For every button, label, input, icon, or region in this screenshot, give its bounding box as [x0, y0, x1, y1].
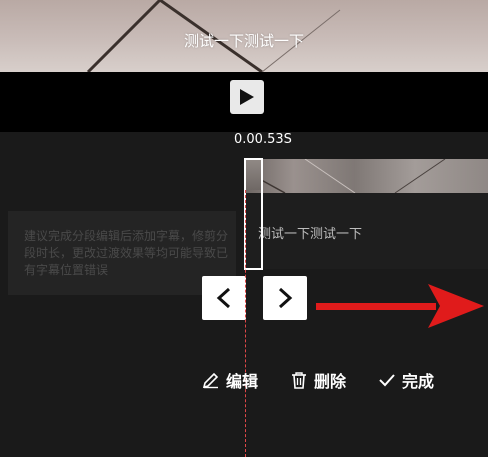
video-track-thumbnail [245, 159, 446, 193]
play-button[interactable] [230, 80, 264, 114]
chevron-right-icon [278, 287, 293, 309]
trash-icon [292, 372, 306, 389]
nudge-left-button[interactable] [202, 276, 246, 320]
time-readout: 0.00.53S [234, 132, 292, 147]
done-button[interactable]: 完成 [378, 368, 434, 392]
delete-button[interactable]: 删除 [290, 368, 346, 392]
nudge-right-button[interactable] [263, 276, 307, 320]
done-label: 完成 [402, 372, 435, 391]
pencil-icon [202, 372, 219, 389]
hint-text: 建议完成分段编辑后添加字幕，修剪分段时长，更改过渡效果等均可能导致已有字幕位置错… [24, 229, 229, 277]
video-preview: 测试一下测试一下 [0, 0, 488, 72]
checkmark-icon [379, 374, 395, 387]
clip-thumbnail [246, 160, 261, 190]
delete-label: 删除 [314, 372, 347, 391]
preview-subtitle: 测试一下测试一下 [183, 32, 304, 50]
subtitle-clip-text: 测试一下测试一下 [258, 227, 363, 242]
chevron-left-icon [216, 287, 231, 309]
play-icon [240, 89, 254, 105]
annotation-arrow-icon [316, 284, 484, 328]
edit-button[interactable]: 编辑 [202, 368, 258, 392]
edit-label: 编辑 [226, 372, 259, 391]
video-track[interactable] [245, 159, 488, 193]
playhead[interactable] [245, 190, 246, 457]
